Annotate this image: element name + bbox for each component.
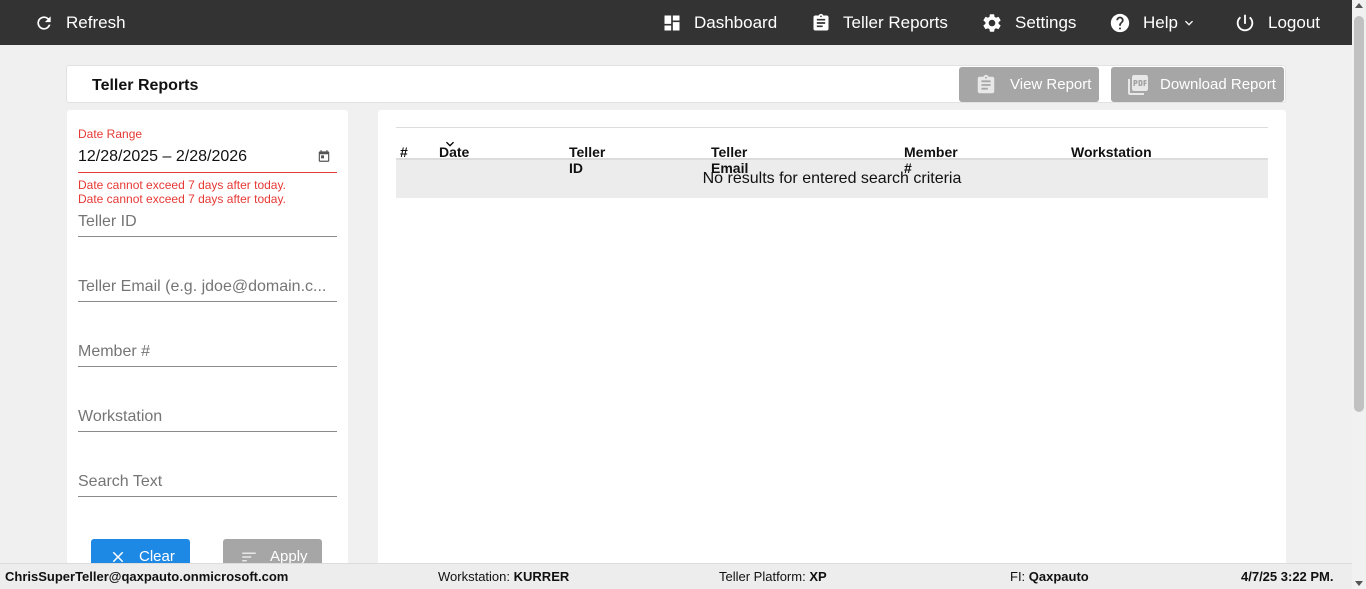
results-panel: # Date Teller ID Teller Email Member # W…: [378, 110, 1286, 570]
pdf-icon: [1128, 74, 1148, 95]
status-datetime: 4/7/25 3:22 PM.: [1241, 569, 1334, 584]
refresh-button[interactable]: Refresh: [34, 0, 126, 45]
teller-id-input[interactable]: [78, 209, 337, 235]
help-circle-icon: [1110, 13, 1130, 32]
nav-logout-label: Logout: [1268, 12, 1320, 32]
workstation-input[interactable]: [78, 404, 337, 430]
clipboard-icon: [813, 13, 829, 31]
scroll-thumb[interactable]: [1354, 16, 1364, 412]
status-fi-value: Qaxpauto: [1028, 569, 1089, 584]
refresh-icon: [37, 15, 51, 30]
date-error-message: Date cannot exceed 7 days after today.: [78, 178, 286, 192]
status-platform: Teller Platform: XP: [719, 569, 827, 584]
teller-email-input[interactable]: [78, 274, 337, 300]
status-user: ChrisSuperTeller@qaxpauto.onmicrosoft.co…: [5, 569, 289, 584]
member-field: [78, 339, 337, 367]
power-icon: [1236, 14, 1254, 31]
view-report-button[interactable]: View Report: [959, 67, 1099, 102]
status-platform-value: XP: [809, 569, 827, 584]
date-range-field[interactable]: 12/28/2025 – 2/28/2026: [78, 146, 337, 173]
status-fi: FI: Qaxpauto: [1010, 569, 1089, 584]
gear-icon: [983, 13, 1001, 32]
member-input[interactable]: [78, 339, 337, 365]
calendar-icon[interactable]: [317, 149, 331, 163]
nav-help[interactable]: Help: [1109, 0, 1197, 45]
table-header: # Date Teller ID Teller Email Member # W…: [396, 127, 1268, 176]
filter-panel: Date Range 12/28/2025 – 2/28/2026 Date c…: [67, 110, 348, 571]
status-fi-label: FI:: [1010, 569, 1026, 584]
refresh-label: Refresh: [66, 12, 126, 32]
results-table: # Date Teller ID Teller Email Member # W…: [396, 127, 1268, 198]
scroll-up-arrow[interactable]: [1355, 3, 1363, 8]
clipboard-icon: [977, 74, 995, 93]
scroll-down-arrow[interactable]: [1355, 581, 1363, 586]
nav-settings-label: Settings: [1015, 12, 1077, 32]
teller-id-field: [78, 209, 337, 237]
nav-teller-reports[interactable]: Teller Reports: [811, 0, 948, 45]
empty-results-message: No results for entered search criteria: [396, 160, 1268, 198]
nav-logout[interactable]: Logout: [1234, 0, 1320, 45]
column-header-date[interactable]: Date: [439, 136, 469, 160]
search-text-input[interactable]: [78, 469, 337, 495]
status-platform-label: Teller Platform:: [719, 569, 806, 584]
status-bar: ChrisSuperTeller@qaxpauto.onmicrosoft.co…: [0, 563, 1352, 589]
nav-dashboard-label: Dashboard: [694, 12, 778, 32]
chevron-down-icon: [1184, 20, 1193, 26]
nav-help-label: Help: [1143, 12, 1178, 32]
download-report-button[interactable]: Download Report: [1111, 67, 1284, 102]
date-error-message: Date cannot exceed 7 days after today.: [78, 192, 286, 206]
status-workstation-label: Workstation:: [438, 569, 511, 584]
view-report-label: View Report: [1010, 76, 1092, 93]
nav-teller-reports-label: Teller Reports: [843, 12, 948, 32]
search-text-field: [78, 469, 337, 497]
dashboard-icon: [664, 15, 680, 30]
workstation-field: [78, 404, 337, 432]
status-workstation: Workstation: KURRER: [438, 569, 569, 584]
date-range-label: Date Range: [78, 127, 143, 141]
nav-dashboard[interactable]: Dashboard: [662, 0, 777, 45]
page-header: Teller Reports View Report Download Repo…: [66, 65, 1286, 103]
page-title: Teller Reports: [92, 77, 199, 94]
date-range-value: 12/28/2025 – 2/28/2026: [78, 148, 248, 165]
nav-settings[interactable]: Settings: [981, 0, 1076, 45]
top-nav-bar: Refresh Dashboard Teller Reports Setting…: [0, 0, 1352, 45]
teller-email-field: [78, 274, 337, 302]
status-workstation-value: KURRER: [513, 569, 570, 584]
download-report-label: Download Report: [1160, 76, 1276, 93]
page-scrollbar[interactable]: [1352, 0, 1366, 589]
